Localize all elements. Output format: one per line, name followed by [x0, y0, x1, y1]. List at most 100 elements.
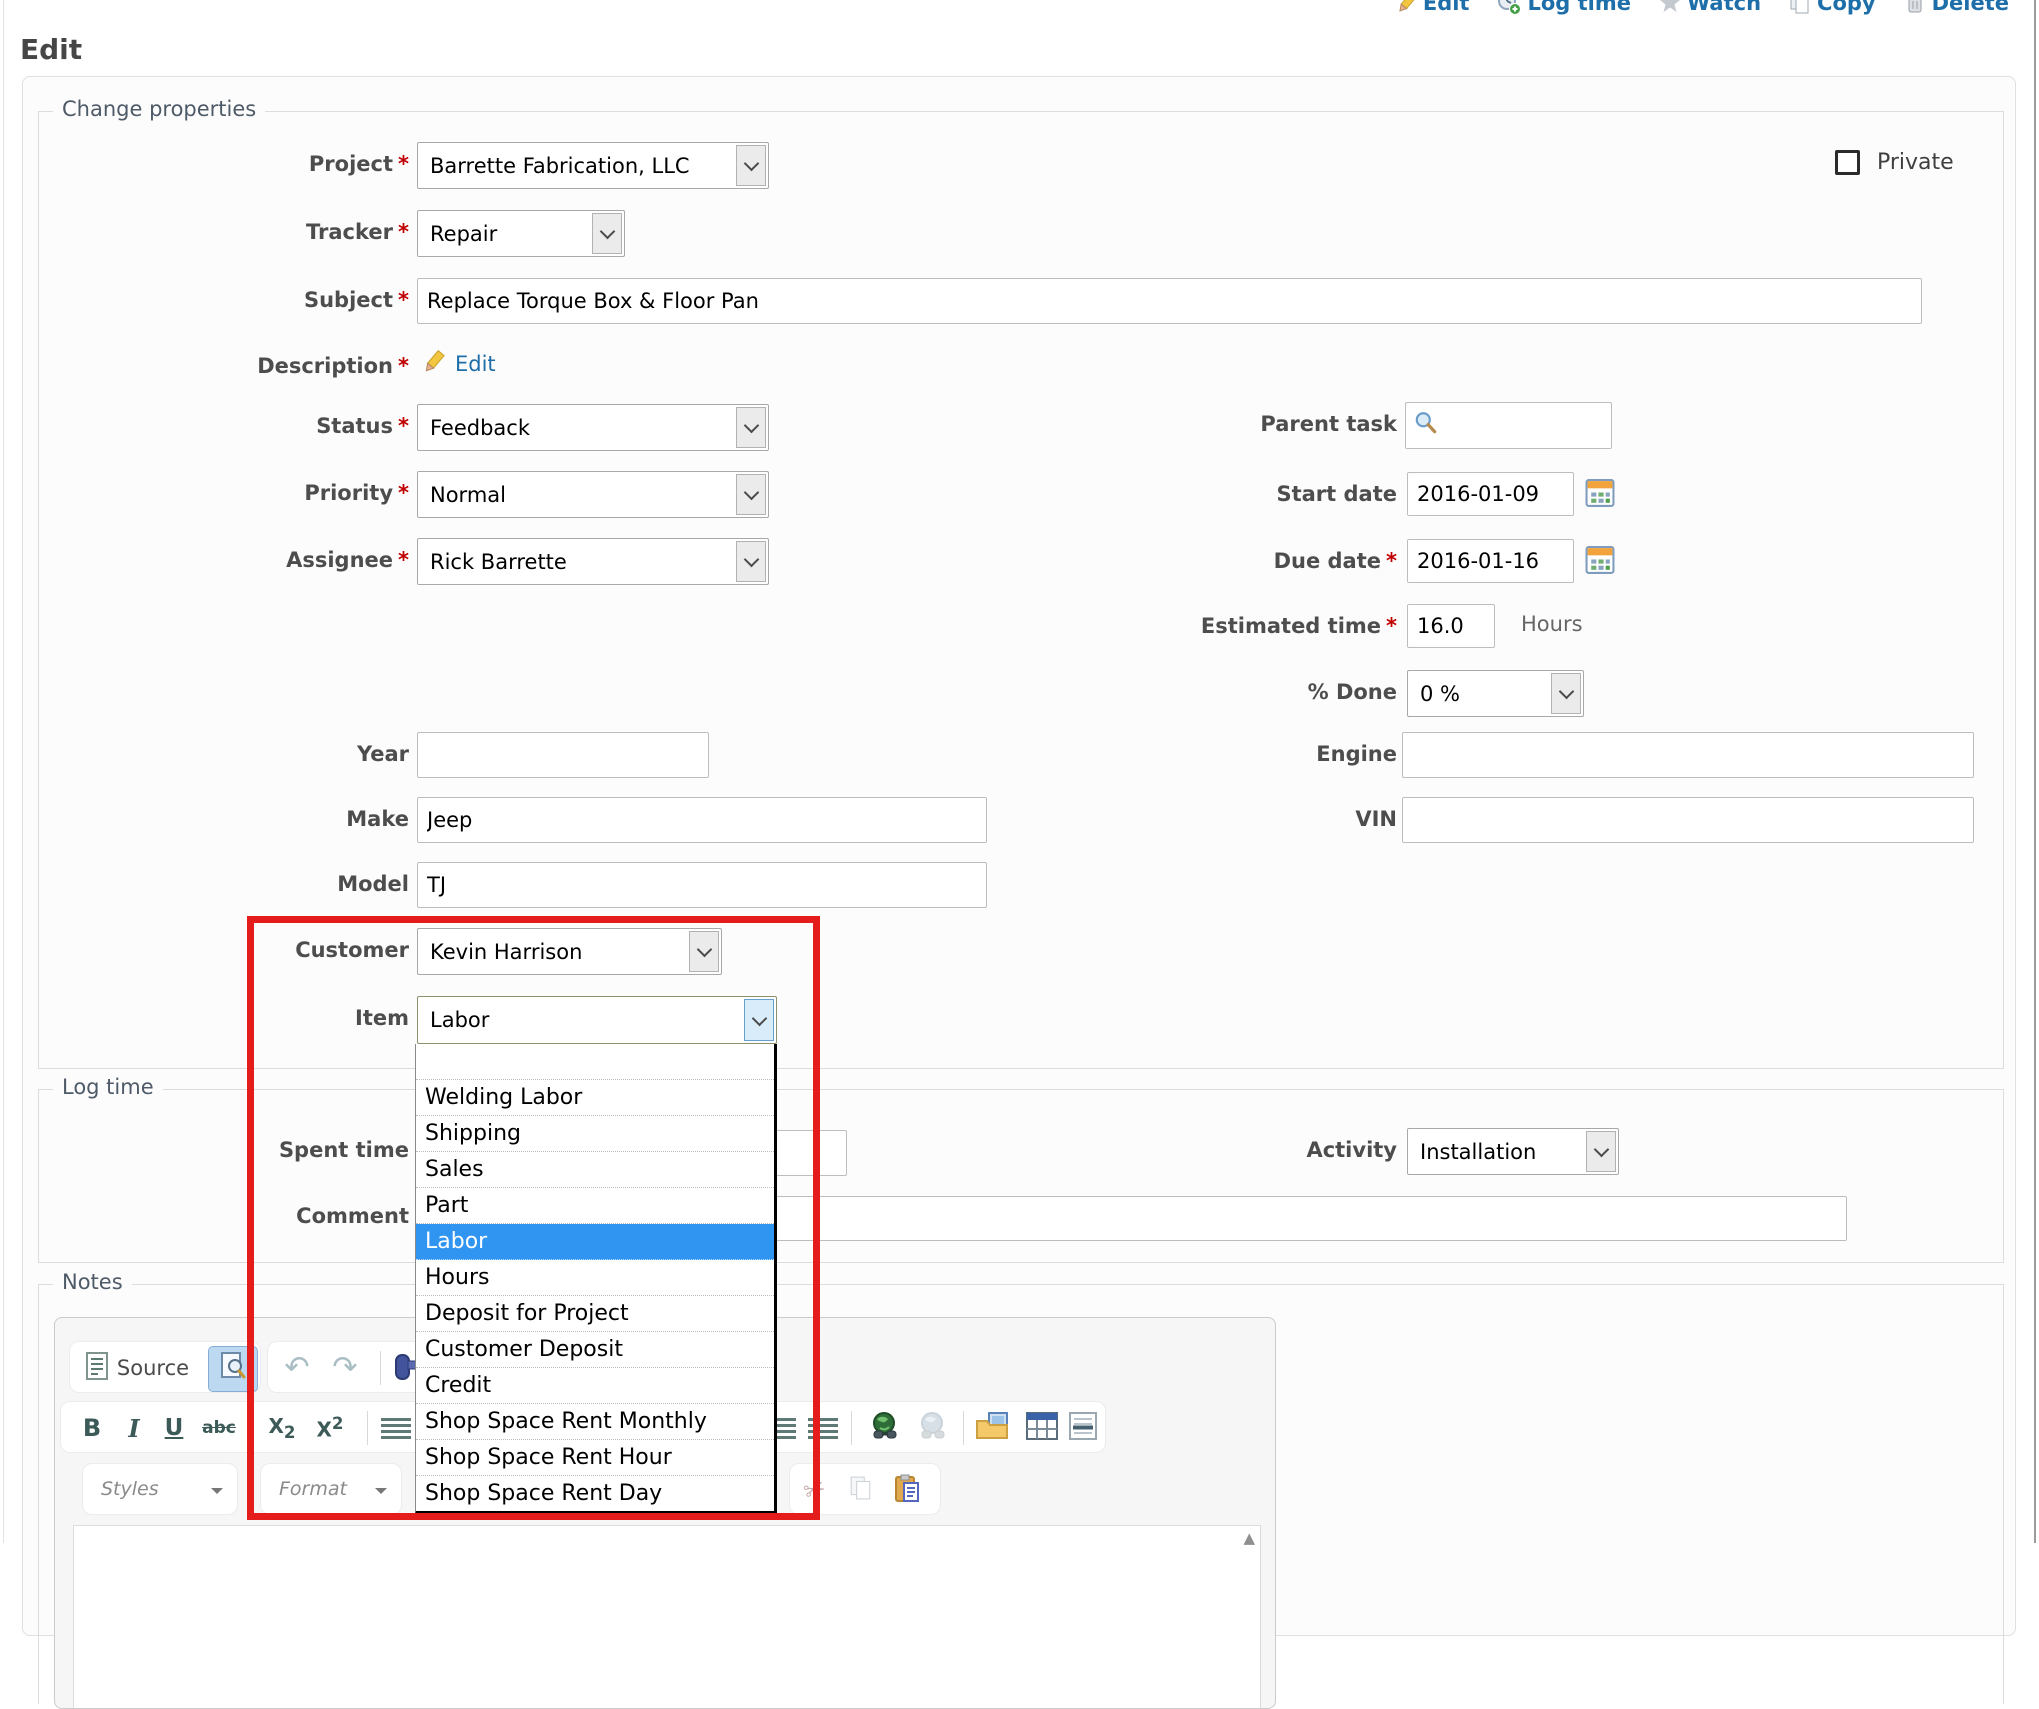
- dropdown-option[interactable]: Credit: [416, 1368, 774, 1404]
- notes-fieldset: Notes Source ↶ ↷: [38, 1284, 2004, 1704]
- tracker-select[interactable]: Repair: [417, 210, 625, 257]
- item-select[interactable]: Labor: [417, 996, 777, 1044]
- activity-select-value: Installation: [1420, 1129, 1536, 1174]
- delete-action-link[interactable]: Delete: [1904, 0, 2009, 15]
- source-button[interactable]: Source: [72, 1350, 202, 1386]
- dropdown-option[interactable]: Hours: [416, 1260, 774, 1296]
- vin-input[interactable]: [1402, 797, 1974, 843]
- copy-button[interactable]: [842, 1472, 880, 1508]
- format-combo-label: Format: [279, 1464, 347, 1514]
- format-combo[interactable]: Format: [260, 1463, 402, 1515]
- project-label: Project*: [39, 152, 409, 176]
- justify-button[interactable]: [803, 1410, 843, 1446]
- activity-select[interactable]: Installation: [1407, 1128, 1619, 1175]
- edit-action-link[interactable]: Edit: [1395, 0, 1470, 15]
- underline-icon: U: [165, 1415, 184, 1441]
- calendar-icon[interactable]: [1585, 545, 1615, 579]
- cut-button[interactable]: ✂: [796, 1472, 834, 1508]
- engine-input[interactable]: [1402, 732, 1974, 778]
- change-properties-legend: Change properties: [53, 97, 265, 121]
- underline-button[interactable]: U: [155, 1410, 193, 1446]
- tracker-label: Tracker*: [39, 220, 409, 244]
- start-date-input[interactable]: [1407, 472, 1574, 516]
- copy-icon: [1789, 0, 1811, 14]
- copy-action-link[interactable]: Copy: [1789, 0, 1876, 15]
- customer-label: Customer: [39, 938, 409, 962]
- dropdown-option-blank[interactable]: [416, 1044, 774, 1080]
- dropdown-option[interactable]: Sales: [416, 1152, 774, 1188]
- watch-action-link[interactable]: Watch: [1659, 0, 1761, 15]
- project-select[interactable]: Barrette Fabrication, LLC: [417, 142, 769, 189]
- subscript-button[interactable]: X2: [263, 1410, 301, 1446]
- dropdown-option[interactable]: Deposit for Project: [416, 1296, 774, 1332]
- dropdown-option[interactable]: Customer Deposit: [416, 1332, 774, 1368]
- notes-legend: Notes: [53, 1270, 132, 1294]
- caret-down-icon: [211, 1488, 223, 1500]
- preview-button[interactable]: [208, 1346, 258, 1392]
- page-left-border: [3, 0, 4, 1543]
- undo-button[interactable]: ↶: [278, 1350, 316, 1386]
- bold-button[interactable]: B: [73, 1410, 111, 1446]
- unlink-icon: [916, 1411, 950, 1445]
- dropdown-option[interactable]: Welding Labor: [416, 1080, 774, 1116]
- dropdown-option[interactable]: Shipping: [416, 1116, 774, 1152]
- model-input[interactable]: [417, 862, 987, 908]
- superscript-button[interactable]: X2: [311, 1410, 349, 1446]
- dropdown-option[interactable]: Shop Space Rent Hour: [416, 1440, 774, 1476]
- chevron-down-icon: [1551, 673, 1581, 714]
- year-label: Year: [39, 742, 409, 766]
- due-date-input[interactable]: [1407, 539, 1574, 583]
- horizontal-rule-icon: [1068, 1412, 1098, 1444]
- assignee-select[interactable]: Rick Barrette: [417, 538, 769, 585]
- project-select-value: Barrette Fabrication, LLC: [430, 143, 690, 188]
- dropdown-option[interactable]: Shop Space Rent Day: [416, 1476, 774, 1511]
- horizontal-rule-button[interactable]: [1063, 1410, 1103, 1446]
- private-label: Private: [1877, 150, 1954, 175]
- percent-done-select[interactable]: 0 %: [1407, 670, 1584, 717]
- undo-icon: ↶: [284, 1353, 309, 1383]
- dropdown-option[interactable]: Shop Space Rent Monthly: [416, 1404, 774, 1440]
- remove-link-button[interactable]: [909, 1410, 957, 1446]
- table-icon: [1026, 1412, 1058, 1444]
- redo-icon: ↷: [332, 1353, 357, 1383]
- year-input[interactable]: [417, 732, 709, 778]
- scroll-up-arrow-icon[interactable]: ▲: [1243, 1529, 1255, 1547]
- chevron-down-icon: [592, 213, 622, 254]
- styles-combo[interactable]: Styles: [82, 1463, 238, 1515]
- paste-button[interactable]: [888, 1472, 926, 1508]
- insert-table-button[interactable]: [1019, 1410, 1065, 1446]
- insert-image-button[interactable]: [969, 1410, 1017, 1446]
- status-select[interactable]: Feedback: [417, 404, 769, 451]
- notes-content-area[interactable]: ▲: [73, 1525, 1261, 1709]
- source-doc-icon: [85, 1352, 109, 1384]
- numbered-list-icon: [381, 1418, 411, 1439]
- preview-icon: [220, 1352, 246, 1386]
- make-input[interactable]: [417, 797, 987, 843]
- styles-combo-label: Styles: [101, 1464, 159, 1514]
- italic-icon: I: [128, 1414, 139, 1443]
- description-edit-link[interactable]: Edit: [455, 352, 496, 376]
- dropdown-option-selected[interactable]: Labor: [416, 1224, 774, 1260]
- chevron-down-icon: [689, 931, 719, 972]
- dropdown-option[interactable]: Part: [416, 1188, 774, 1224]
- redo-button[interactable]: ↷: [326, 1350, 364, 1386]
- priority-select[interactable]: Normal: [417, 471, 769, 518]
- tracker-select-value: Repair: [430, 211, 497, 256]
- page-title: Edit: [20, 33, 82, 66]
- italic-button[interactable]: I: [115, 1410, 153, 1446]
- estimated-time-input[interactable]: [1407, 604, 1495, 648]
- strikethrough-button[interactable]: abc: [197, 1410, 241, 1446]
- log-time-action-label: Log time: [1527, 0, 1631, 15]
- subject-input[interactable]: [417, 278, 1922, 324]
- subject-label: Subject*: [39, 288, 409, 312]
- priority-label: Priority*: [39, 481, 409, 505]
- numbered-list-button[interactable]: [377, 1410, 415, 1446]
- change-properties-fieldset: Change properties Project* Barrette Fabr…: [38, 111, 2004, 1069]
- log-time-action-link[interactable]: Log time: [1497, 0, 1631, 15]
- private-checkbox[interactable]: [1835, 150, 1860, 175]
- item-select-value: Labor: [430, 997, 489, 1043]
- calendar-icon[interactable]: [1585, 478, 1615, 512]
- activity-label: Activity: [939, 1138, 1397, 1162]
- customer-select[interactable]: Kevin Harrison: [417, 928, 722, 975]
- insert-link-button[interactable]: [861, 1410, 909, 1446]
